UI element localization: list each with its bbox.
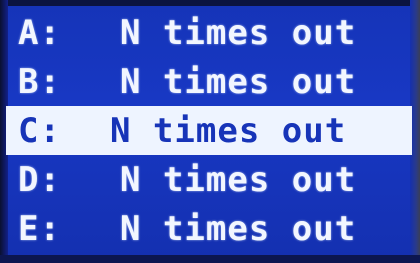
menu-item-e[interactable]: E: N times out [12,204,410,253]
menu-item-b[interactable]: B: N times out [12,57,410,106]
menu-item-label: N times out [120,61,357,102]
screen-bezel-top [0,0,420,6]
menu-list: A: N times out B: N times out C: N times… [6,8,412,253]
menu-item-letter: E: [18,208,61,249]
menu-item-a[interactable]: A: N times out [12,8,410,57]
menu-item-letter: D: [18,159,61,200]
menu-item-c[interactable]: C: N times out [6,106,412,155]
menu-item-d[interactable]: D: N times out [12,155,410,204]
screen-bezel-bottom [0,255,420,263]
menu-item-letter: A: [18,12,61,53]
menu-item-label: N times out [120,159,357,200]
lcd-screen: A: N times out B: N times out C: N times… [0,0,420,263]
menu-item-label: N times out [120,208,357,249]
menu-item-letter: B: [18,61,61,102]
menu-item-label: N times out [110,110,347,151]
menu-item-label: N times out [120,12,357,53]
menu-item-letter: C: [18,110,61,151]
